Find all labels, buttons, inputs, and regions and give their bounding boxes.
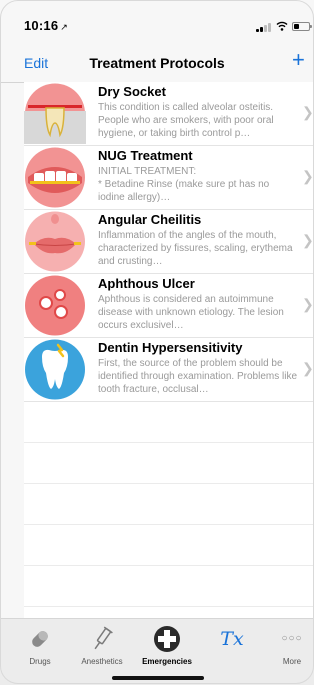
protocol-title: Dry Socket	[98, 84, 166, 99]
chevron-right-icon: ❯	[302, 232, 314, 248]
angular-cheilitis-icon	[24, 211, 86, 272]
empty-list-row	[24, 484, 314, 525]
aphthous-ulcer-icon	[24, 275, 86, 336]
protocol-title: NUG Treatment	[98, 148, 193, 163]
protocol-title: Angular Cheilitis	[98, 212, 202, 227]
chevron-right-icon: ❯	[302, 296, 314, 312]
protocol-description: This condition is called alveolar osteit…	[98, 102, 274, 139]
chevron-right-icon: ❯	[302, 104, 314, 120]
dry-socket-icon	[24, 83, 86, 144]
tab-label: Drugs	[29, 657, 51, 666]
list-item-dry-socket[interactable]: Dry Socket This condition is called alve…	[24, 82, 314, 146]
list-item-nug-treatment[interactable]: NUG Treatment INITIAL TREATMENT: * Betad…	[24, 146, 314, 210]
app-screen: 10:16 ↗ Edit Treatment Protocols + Dry S…	[0, 0, 314, 685]
tab-drugs[interactable]: Drugs	[10, 625, 70, 666]
nug-treatment-icon	[24, 147, 86, 208]
location-arrow-icon: ↗	[60, 22, 68, 32]
pill-icon	[10, 625, 70, 653]
empty-list-row	[24, 566, 314, 607]
protocol-description: First, the source of the problem should …	[98, 358, 297, 395]
more-dots-icon: ○○○	[281, 633, 303, 644]
syringe-icon	[72, 625, 132, 653]
protocol-description: Inflammation of the angles of the mouth,…	[98, 230, 293, 267]
prescription-tx-icon: Tx	[220, 628, 244, 650]
empty-list-row	[24, 443, 314, 484]
tab-anesthetics[interactable]: Anesthetics	[72, 625, 132, 666]
status-time: 10:16 ↗	[24, 18, 68, 33]
tab-more[interactable]: ○○○ More	[262, 625, 320, 666]
tab-label: Emergencies	[142, 657, 192, 666]
chevron-right-icon: ❯	[302, 168, 314, 184]
tab-label: Anesthetics	[81, 657, 123, 666]
tab-bar: Drugs Anesthetics Emergencies Tx ○○○ Mor…	[0, 618, 314, 685]
medical-cross-icon	[137, 625, 197, 653]
protocol-description: INITIAL TREATMENT: * Betadine Rinse (mak…	[98, 166, 270, 203]
chevron-right-icon: ❯	[302, 360, 314, 376]
protocol-title: Dentin Hypersensitivity	[98, 340, 243, 355]
status-bar: 10:16 ↗	[0, 0, 314, 44]
list-item-aphthous-ulcer[interactable]: Aphthous Ulcer Aphthous is considered an…	[24, 274, 314, 338]
home-indicator[interactable]	[112, 676, 204, 680]
dentin-hypersensitivity-icon	[24, 339, 86, 400]
protocol-list: Dry Socket This condition is called alve…	[24, 82, 314, 648]
list-item-dentin-hypersensitivity[interactable]: Dentin Hypersensitivity First, the sourc…	[24, 338, 314, 402]
page-title: Treatment Protocols	[89, 55, 225, 71]
tab-emergencies[interactable]: Emergencies	[137, 625, 197, 666]
protocol-description: Aphthous is considered an autoimmune dis…	[98, 294, 284, 331]
empty-list-row	[24, 525, 314, 566]
battery-icon	[292, 22, 312, 31]
navigation-bar: Edit Treatment Protocols +	[0, 44, 314, 83]
tab-prescriptions[interactable]: Tx	[202, 625, 262, 657]
tab-label: More	[282, 657, 302, 666]
signal-icon	[256, 23, 272, 32]
wifi-icon	[276, 21, 288, 31]
add-protocol-button[interactable]: +	[292, 49, 305, 71]
list-item-angular-cheilitis[interactable]: Angular Cheilitis Inflammation of the an…	[24, 210, 314, 274]
protocol-title: Aphthous Ulcer	[98, 276, 195, 291]
empty-list-row	[24, 402, 314, 443]
